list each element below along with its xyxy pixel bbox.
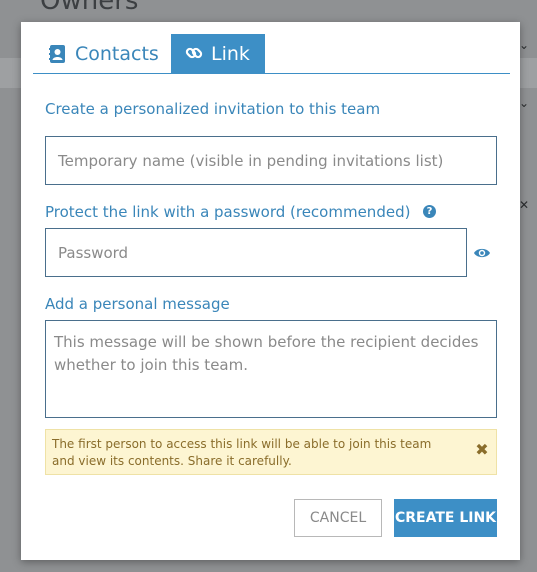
password-input[interactable]: Password — [45, 228, 467, 277]
cancel-button[interactable]: CANCEL — [294, 499, 382, 537]
temporary-name-input[interactable]: Temporary name (visible in pending invit… — [45, 136, 497, 185]
chevron-down-icon: ⌄ — [518, 38, 529, 52]
eye-icon[interactable] — [473, 244, 491, 262]
warning-text: The first person to access this link wil… — [52, 437, 432, 468]
invite-dialog: Contacts Link Create a personalized invi… — [21, 22, 520, 560]
tab-bar: Contacts Link — [33, 34, 510, 74]
invite-heading: Create a personalized invitation to this… — [45, 100, 381, 118]
create-link-button[interactable]: CREATE LINK — [394, 499, 497, 537]
tab-contacts-label: Contacts — [75, 42, 159, 65]
tab-link[interactable]: Link — [171, 34, 265, 73]
help-icon[interactable]: ? — [423, 205, 436, 218]
chevron-down-icon: ⌄ — [518, 96, 529, 110]
link-icon — [185, 44, 203, 64]
warning-banner: The first person to access this link wil… — [45, 429, 497, 475]
address-book-icon — [49, 44, 67, 64]
message-label: Add a personal message — [45, 295, 230, 313]
personal-message-textarea[interactable]: This message will be shown before the re… — [45, 320, 497, 418]
tab-contacts[interactable]: Contacts — [37, 34, 171, 73]
close-icon: ✕ — [518, 198, 529, 212]
close-icon[interactable]: ✖ — [474, 442, 490, 458]
background-page-title: Owners — [40, 0, 139, 16]
password-label: Protect the link with a password (recomm… — [45, 203, 411, 221]
tab-link-label: Link — [211, 42, 250, 65]
